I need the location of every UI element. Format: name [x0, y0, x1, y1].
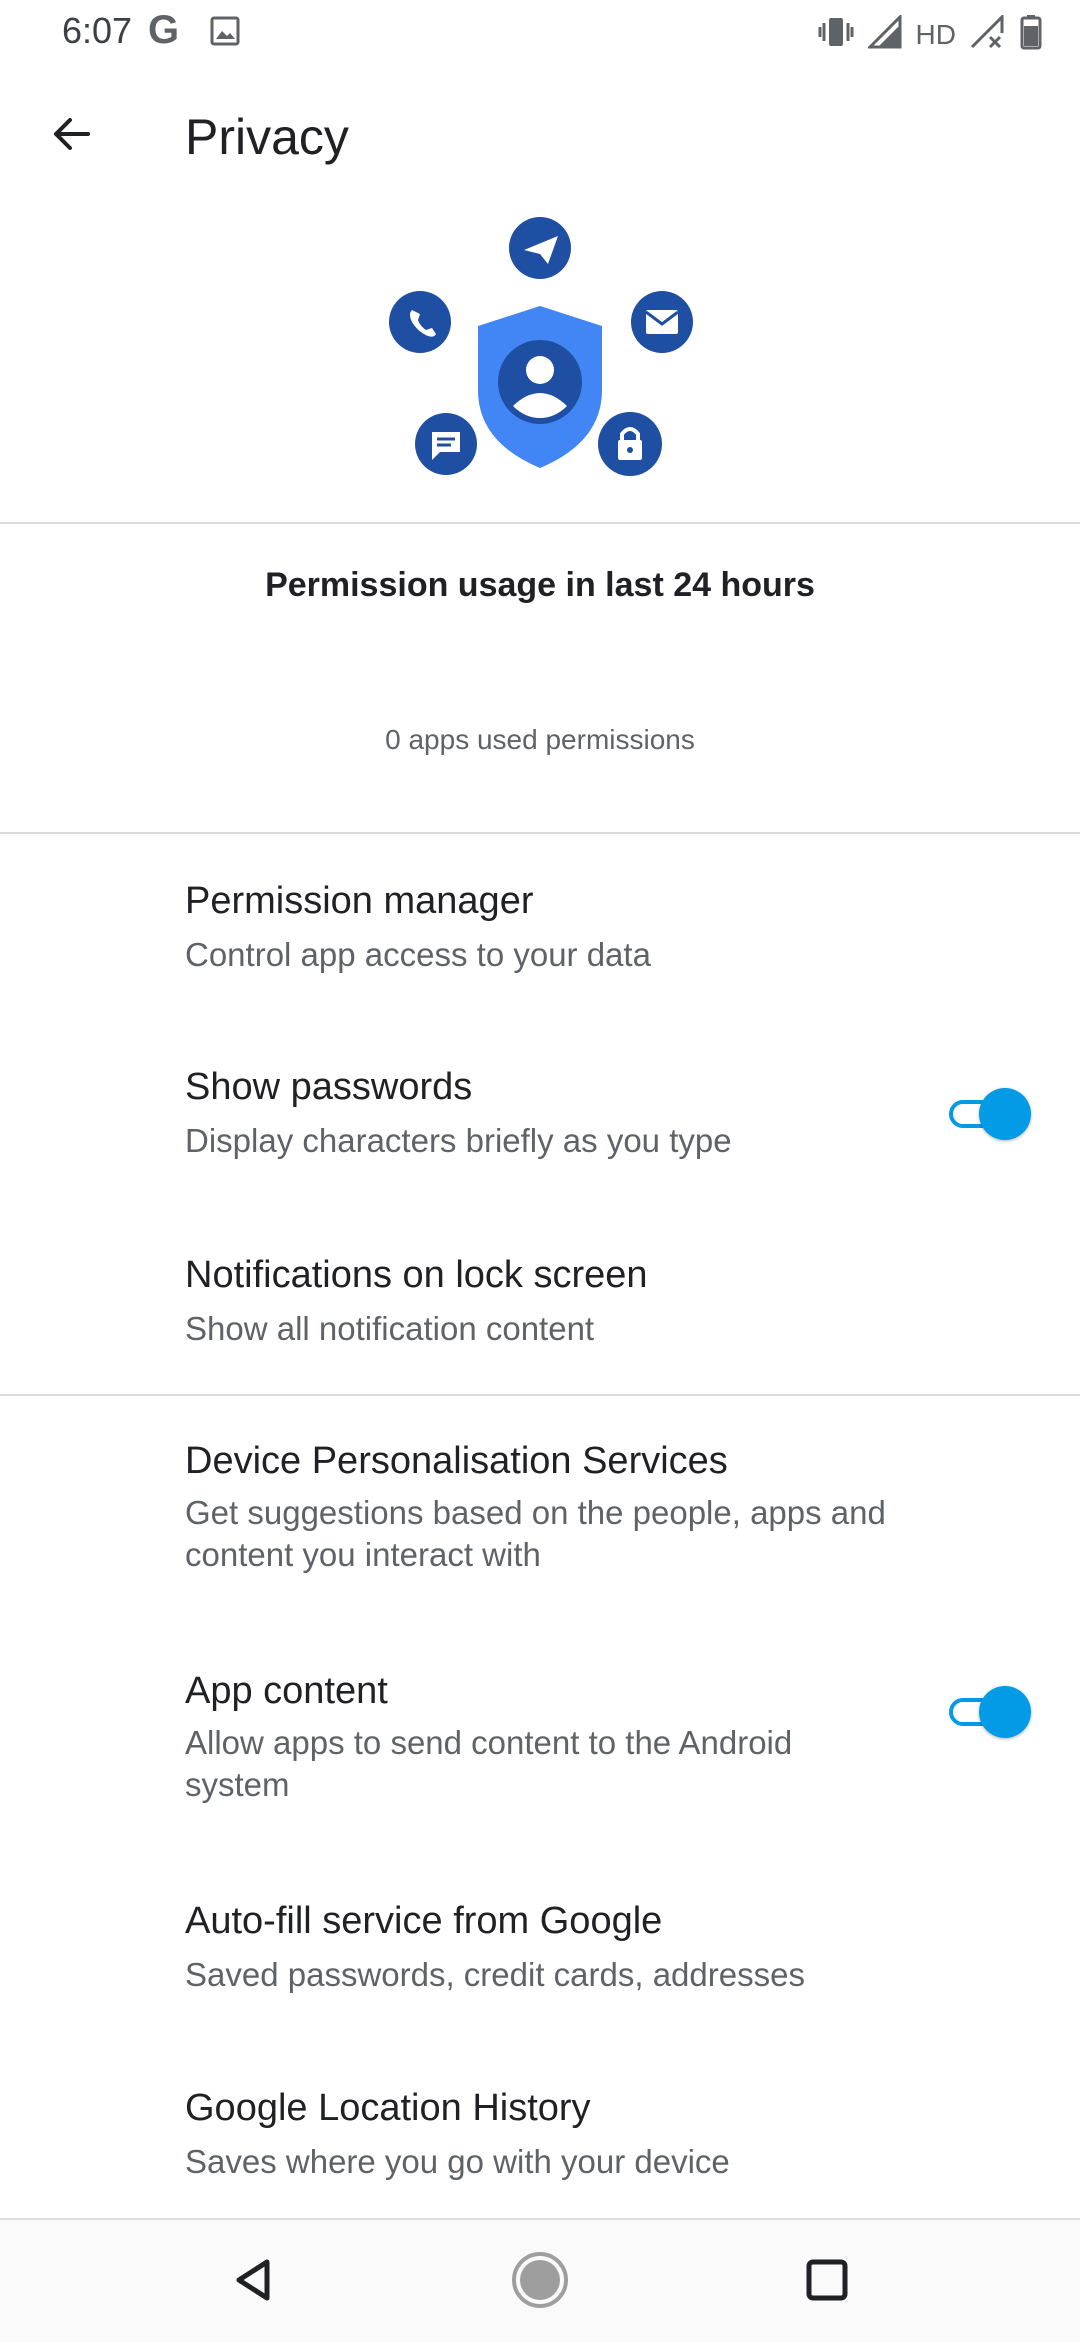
app-content-toggle[interactable]	[945, 1684, 1031, 1740]
privacy-illustration	[380, 210, 700, 490]
item-title: Notifications on lock screen	[185, 1254, 648, 1296]
lock-icon	[598, 412, 662, 476]
item-subtitle: Get suggestions based on the people, app…	[185, 1494, 886, 1573]
divider	[0, 522, 1080, 524]
app-content-item[interactable]: App content Allow apps to send content t…	[0, 1660, 1080, 1840]
item-subtitle: Show all notification content	[185, 1310, 595, 1347]
app-bar: Privacy	[0, 64, 1080, 204]
item-title: Google Location History	[185, 2087, 591, 2129]
item-subtitle: Control app access to your data	[185, 936, 651, 973]
status-bar: 6:07 G HD	[0, 0, 1080, 64]
divider	[0, 832, 1080, 834]
item-title: Permission manager	[185, 880, 534, 922]
signal-icon	[865, 13, 902, 54]
item-subtitle: Saves where you go with your device	[185, 2143, 730, 2180]
status-time: 6:07	[62, 10, 133, 51]
network-label: HD	[915, 18, 956, 50]
phone-icon	[389, 291, 451, 353]
email-icon	[631, 291, 693, 353]
image-icon	[210, 16, 240, 51]
item-title: Auto-fill service from Google	[185, 1900, 663, 1942]
item-subtitle: Saved passwords, credit cards, addresses	[185, 1956, 805, 1993]
show-passwords-item[interactable]: Show passwords Display characters briefl…	[0, 1056, 1080, 1206]
navigation-bar	[0, 2218, 1080, 2342]
divider	[0, 1394, 1080, 1396]
back-nav-icon[interactable]	[213, 2240, 293, 2320]
battery-icon	[1020, 14, 1042, 55]
autofill-item[interactable]: Auto-fill service from Google Saved pass…	[0, 1890, 1080, 2040]
item-title: Device Personalisation Services	[185, 1440, 728, 1482]
device-personalisation-item[interactable]: Device Personalisation Services Get sugg…	[0, 1430, 1080, 1610]
page-title: Privacy	[185, 109, 349, 165]
show-passwords-toggle[interactable]	[945, 1086, 1031, 1142]
back-button[interactable]	[40, 102, 104, 166]
shield-person-icon	[478, 306, 602, 468]
recents-nav-icon[interactable]	[787, 2240, 867, 2320]
vibrate-icon	[818, 15, 854, 54]
item-title: App content	[185, 1670, 388, 1712]
permission-usage-subtitle: 0 apps used permissions	[385, 724, 695, 755]
google-icon: G	[148, 8, 180, 52]
location-history-item[interactable]: Google Location History Saves where you …	[0, 2077, 1080, 2217]
send-icon	[509, 217, 571, 279]
item-title: Show passwords	[185, 1066, 473, 1108]
permission-manager-item[interactable]: Permission manager Control app access to…	[0, 870, 1080, 1020]
item-subtitle: Display characters briefly as you type	[185, 1122, 732, 1159]
lock-screen-notifications-item[interactable]: Notifications on lock screen Show all no…	[0, 1244, 1080, 1394]
signal-no-data-icon	[970, 13, 1006, 54]
message-icon	[415, 413, 477, 475]
home-nav-icon[interactable]	[500, 2240, 580, 2320]
item-subtitle: Allow apps to send content to the Androi…	[185, 1724, 793, 1803]
permission-usage-title: Permission usage in last 24 hours	[265, 566, 815, 604]
arrow-back-icon	[54, 118, 90, 150]
